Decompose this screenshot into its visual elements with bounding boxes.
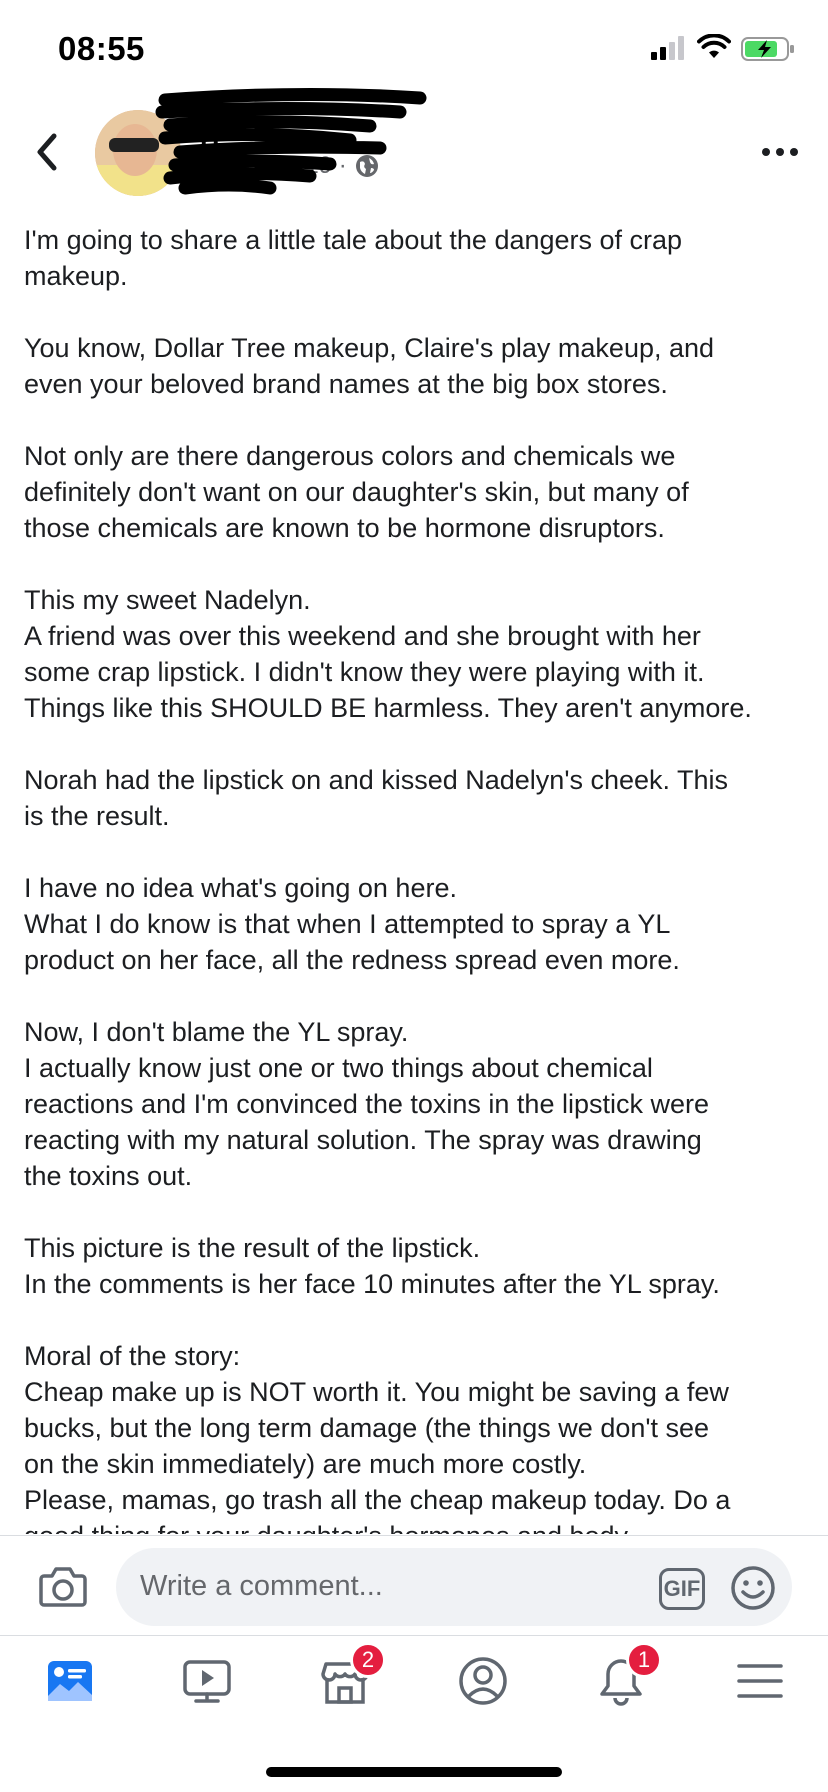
- post-text-line: definitely don't want on our daughter's …: [24, 477, 689, 507]
- post-text-line: In the comments is her face 10 minutes a…: [24, 1269, 720, 1299]
- post-text-line: I actually know just one or two things a…: [24, 1053, 653, 1083]
- gif-button[interactable]: GIF: [659, 1568, 705, 1610]
- post-paragraph: You know, Dollar Tree makeup, Claire's p…: [24, 330, 814, 402]
- post-text-line: A friend was over this weekend and she b…: [24, 621, 701, 651]
- post-text-line: those chemicals are known to be hormone …: [24, 513, 665, 543]
- post-text-line: makeup.: [24, 261, 128, 291]
- tab-profile[interactable]: [458, 1656, 518, 1716]
- post-paragraph: This picture is the result of the lipsti…: [24, 1230, 814, 1302]
- post-text-line: even your beloved brand names at the big…: [24, 369, 668, 399]
- tab-menu[interactable]: [735, 1656, 795, 1716]
- post-text-line: Please, mamas, go trash all the cheap ma…: [24, 1485, 731, 1515]
- news-feed-icon: [48, 1661, 92, 1701]
- post-text-line: Not only are there dangerous colors and …: [24, 441, 676, 471]
- post-paragraph: I have no idea what's going on here. What…: [24, 870, 814, 978]
- post-text-line: product on her face, all the redness spr…: [24, 945, 680, 975]
- post-text-line: I'm going to share a little tale about t…: [24, 225, 683, 255]
- camera-icon[interactable]: [38, 1564, 88, 1608]
- video-play-icon: [183, 1660, 231, 1703]
- post-header: H day at 15:19 ·: [0, 87, 828, 210]
- post-paragraph: This my sweet Nadelyn. A friend was over …: [24, 582, 814, 726]
- post-paragraph: I'm going to share a little tale about t…: [24, 222, 814, 294]
- post-paragraph: Norah had the lipstick on and kissed Nad…: [24, 762, 814, 834]
- post-text-line: What I do know is that when I attempted …: [24, 909, 671, 939]
- post-text-line: is the result.: [24, 801, 170, 831]
- post-text-line: on the skin immediately) are much more c…: [24, 1449, 587, 1479]
- post-text-line: I have no idea what's going on here.: [24, 873, 457, 903]
- post-body: I'm going to share a little tale about t…: [24, 222, 814, 1534]
- post-text-line: reacting with my natural solution. The s…: [24, 1125, 702, 1155]
- marketplace-badge: 2: [350, 1642, 386, 1678]
- cellular-signal-icon: [651, 36, 684, 60]
- post-paragraph: Not only are there dangerous colors and …: [24, 438, 814, 546]
- post-text-line: Things like this SHOULD BE harmless. The…: [24, 693, 752, 723]
- tab-watch[interactable]: [182, 1656, 242, 1716]
- post-text-line: the toxins out.: [24, 1161, 193, 1191]
- tab-notifications[interactable]: 1: [596, 1642, 662, 1716]
- tab-marketplace[interactable]: 2: [320, 1642, 386, 1716]
- wifi-icon: [697, 34, 731, 58]
- tab-bar: 2 1: [0, 1635, 828, 1746]
- battery-charging-icon: [741, 37, 794, 61]
- post-text-line: bucks, but the long term damage (the thi…: [24, 1413, 710, 1443]
- post-text-line: good thing for your daughter's hormones …: [24, 1518, 814, 1534]
- post-text-line: You know, Dollar Tree makeup, Claire's p…: [24, 333, 715, 363]
- profile-icon: [459, 1657, 507, 1705]
- notifications-badge: 1: [626, 1642, 662, 1678]
- status-time: 08:55: [58, 30, 145, 67]
- comment-input[interactable]: Write a comment... GIF: [116, 1548, 792, 1626]
- post-paragraph: Moral of the story: Cheap make up is NOT …: [24, 1338, 814, 1534]
- comment-placeholder: Write a comment...: [140, 1570, 383, 1602]
- back-arrow-icon[interactable]: [30, 130, 66, 174]
- comment-bar: Write a comment... GIF: [0, 1535, 828, 1636]
- post-text-line: reactions and I'm convinced the toxins i…: [24, 1089, 709, 1119]
- post-text-line: Norah had the lipstick on and kissed Nad…: [24, 765, 729, 795]
- post-text-line: Now, I don't blame the YL spray.: [24, 1017, 409, 1047]
- redaction-scribble: [155, 87, 427, 195]
- tab-news-feed[interactable]: [45, 1656, 105, 1716]
- post-paragraph: Now, I don't blame the YL spray. I actual…: [24, 1014, 814, 1194]
- post-text-line: Cheap make up is NOT worth it. You might…: [24, 1377, 729, 1407]
- hamburger-menu-icon: [737, 1664, 783, 1698]
- post-text-line: some crap lipstick. I didn't know they w…: [24, 657, 705, 687]
- post-text-line: Moral of the story:: [24, 1341, 241, 1371]
- home-indicator: [266, 1767, 562, 1777]
- post-text-line: This my sweet Nadelyn.: [24, 585, 311, 615]
- emoji-icon[interactable]: [730, 1565, 776, 1611]
- post-text-line: This picture is the result of the lipsti…: [24, 1233, 481, 1263]
- more-options-icon[interactable]: [760, 144, 800, 160]
